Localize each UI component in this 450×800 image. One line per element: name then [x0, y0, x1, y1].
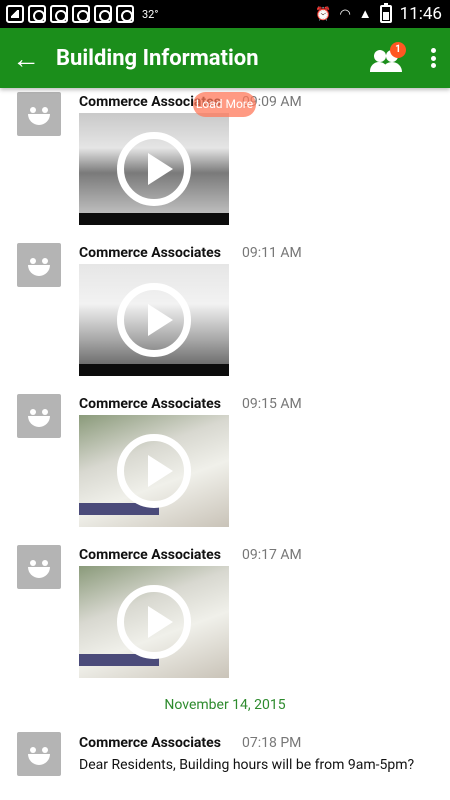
message-time: 09:15 AM — [242, 396, 302, 412]
message-item: Commerce Associates 07:18 PM Dear Reside… — [0, 732, 450, 800]
avatar — [17, 394, 61, 438]
notification-icon — [72, 5, 90, 23]
avatar — [17, 545, 61, 589]
members-button[interactable]: 1 — [370, 40, 406, 76]
temperature: 32° — [142, 7, 159, 21]
play-icon — [117, 132, 191, 206]
back-button[interactable]: ← — [0, 28, 52, 88]
notification-icon — [94, 5, 112, 23]
message-sender: Commerce Associates — [79, 547, 221, 563]
message-item: Commerce Associates 09:11 AM — [0, 243, 450, 383]
avatar — [17, 732, 61, 776]
message-time: 09:11 AM — [242, 245, 302, 261]
date-separator: November 14, 2015 — [164, 697, 286, 713]
message-sender: Commerce Associates — [79, 245, 221, 261]
message-item: Commerce Associates 09:17 AM — [0, 545, 450, 685]
message-item: Commerce Associates 09:15 AM — [0, 394, 450, 534]
notification-icon — [28, 5, 46, 23]
avatar — [17, 243, 61, 287]
message-time: 07:18 PM — [242, 735, 302, 751]
play-icon — [117, 283, 191, 357]
avatar — [17, 92, 61, 136]
clock: 11:46 — [399, 4, 442, 24]
status-bar: 32° ⏰ ◠ ▲ 11:46 — [0, 0, 450, 28]
message-text: Dear Residents, Building hours will be f… — [79, 757, 415, 773]
message-feed[interactable]: Commerce Associates 09:09 AM Commerce As… — [0, 88, 450, 800]
load-more-button[interactable]: Load More — [193, 92, 256, 117]
message-time: 09:17 AM — [242, 547, 302, 563]
image-icon — [6, 5, 24, 23]
video-thumbnail[interactable] — [79, 415, 229, 527]
battery-icon — [379, 3, 392, 23]
play-icon — [117, 434, 191, 508]
page-title: Building Information — [56, 45, 259, 71]
message-sender: Commerce Associates — [79, 735, 221, 751]
app-bar: ← Building Information 1 — [0, 28, 450, 88]
notification-icon — [50, 5, 68, 23]
signal-icon: ▲ — [358, 7, 372, 22]
video-thumbnail[interactable] — [79, 264, 229, 376]
wifi-icon: ◠ — [339, 6, 351, 22]
alarm-icon: ⏰ — [315, 6, 332, 22]
video-thumbnail[interactable] — [79, 566, 229, 678]
overflow-menu-button[interactable] — [428, 46, 438, 70]
notification-icon — [116, 5, 134, 23]
message-sender: Commerce Associates — [79, 396, 221, 412]
arrow-back-icon: ← — [12, 41, 40, 75]
video-thumbnail[interactable] — [79, 113, 229, 225]
play-icon — [117, 585, 191, 659]
notification-badge: 1 — [390, 42, 406, 58]
